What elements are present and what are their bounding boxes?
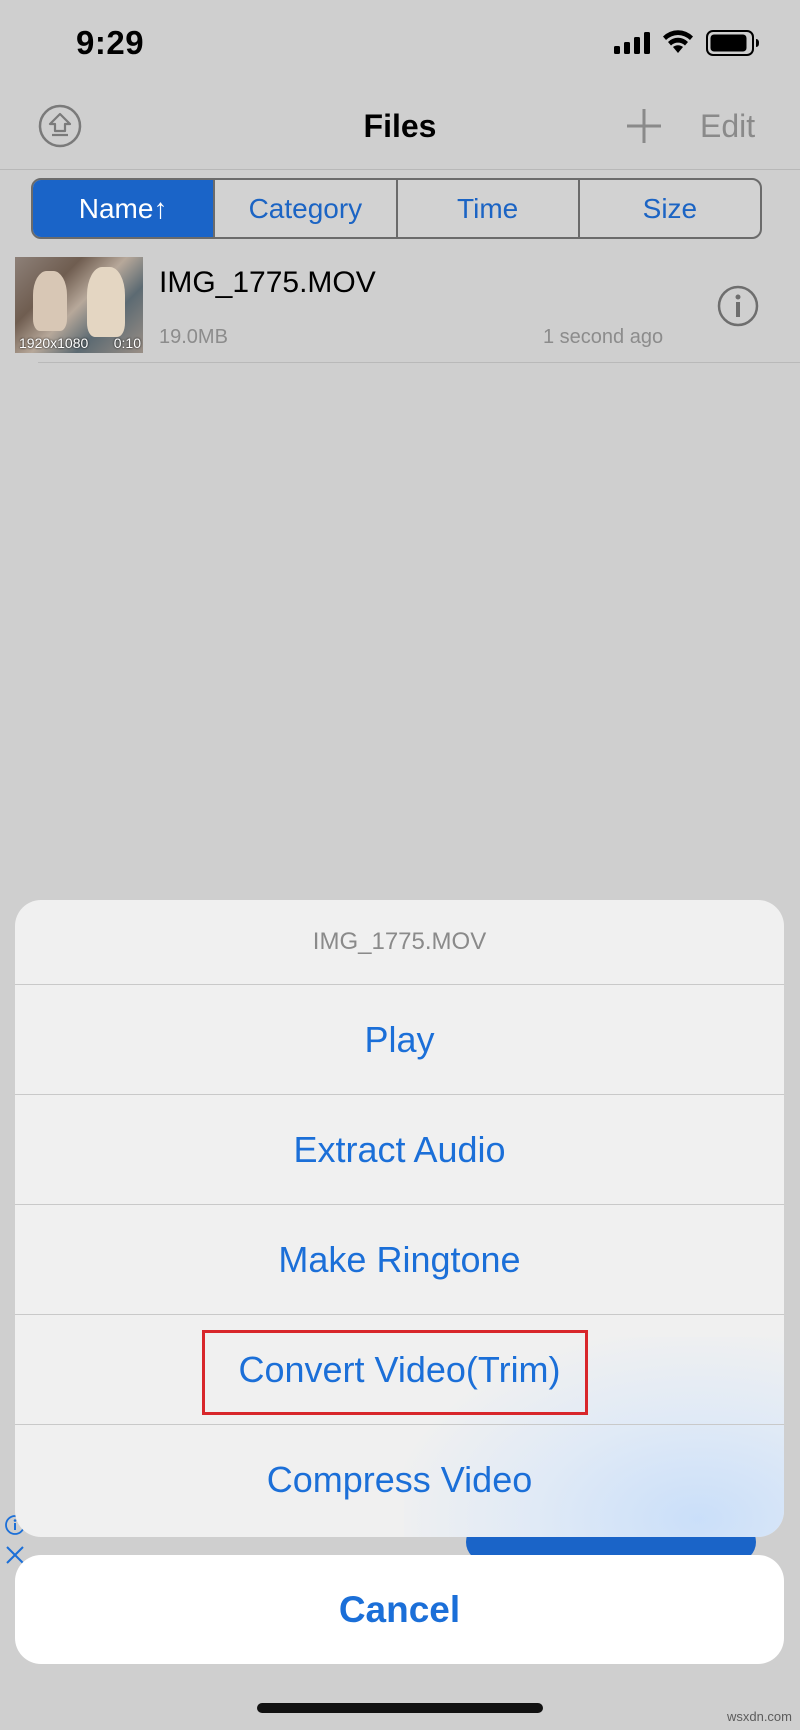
signal-icon [614,32,650,54]
watermark: wsxdn.com [726,1709,792,1724]
cancel-button[interactable]: Cancel [15,1555,784,1664]
home-indicator[interactable] [257,1703,543,1713]
video-thumbnail: 1920x1080 0:10 [15,257,143,353]
file-list-item[interactable]: 1920x1080 0:10 IMG_1775.MOV 19.0MB 1 sec… [0,254,800,364]
wifi-icon [663,30,693,53]
plus-icon[interactable] [624,106,664,146]
action-sheet: IMG_1775.MOV Play Extract Audio Make Rin… [15,900,784,1537]
highlight-annotation-box [202,1330,588,1415]
navigation-bar: Files Edit [0,90,800,170]
action-sheet-title: IMG_1775.MOV [15,900,784,985]
page-title: Files [363,108,437,144]
sort-tab-time[interactable]: Time [395,180,578,237]
edit-button[interactable]: Edit [700,108,755,145]
extract-audio-button[interactable]: Extract Audio [15,1095,784,1205]
battery-icon [706,30,759,56]
thumbnail-duration: 0:10 [113,335,141,351]
play-button[interactable]: Play [15,985,784,1095]
compress-video-button[interactable]: Compress Video [15,1425,784,1535]
sort-tab-name[interactable]: Name↑ [33,180,214,237]
make-ringtone-button[interactable]: Make Ringtone [15,1205,784,1315]
sort-tab-size[interactable]: Size [577,180,760,237]
status-time: 9:29 [76,24,145,61]
thumbnail-figure [33,271,67,331]
row-divider [38,362,800,363]
thumbnail-figure [87,267,125,337]
sort-tab-category[interactable]: Category [213,180,395,237]
file-size: 19.0MB [159,326,228,348]
file-name: IMG_1775.MOV [159,266,376,299]
thumbnail-resolution: 1920x1080 [19,335,89,351]
file-modified-time: 1 second ago [543,326,664,348]
info-icon[interactable] [716,284,760,328]
sort-segmented-control: Name↑ Category Time Size [31,178,762,239]
status-bar: 9:29 [0,0,800,90]
